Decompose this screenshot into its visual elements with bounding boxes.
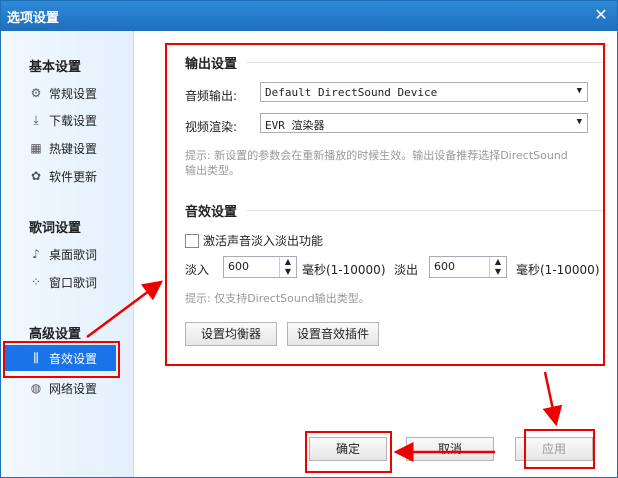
annotation-arrow-to-panel: [86, 280, 164, 339]
annotation-arrow-to-apply: [542, 371, 563, 427]
annotation-arrows: [86, 280, 563, 462]
options-window: 选项设置 ✕ 基本设置 ⚙ 常规设置 ⤓ 下载设置 ▦ 热键设置 ✿ 软件更新 …: [0, 0, 618, 478]
